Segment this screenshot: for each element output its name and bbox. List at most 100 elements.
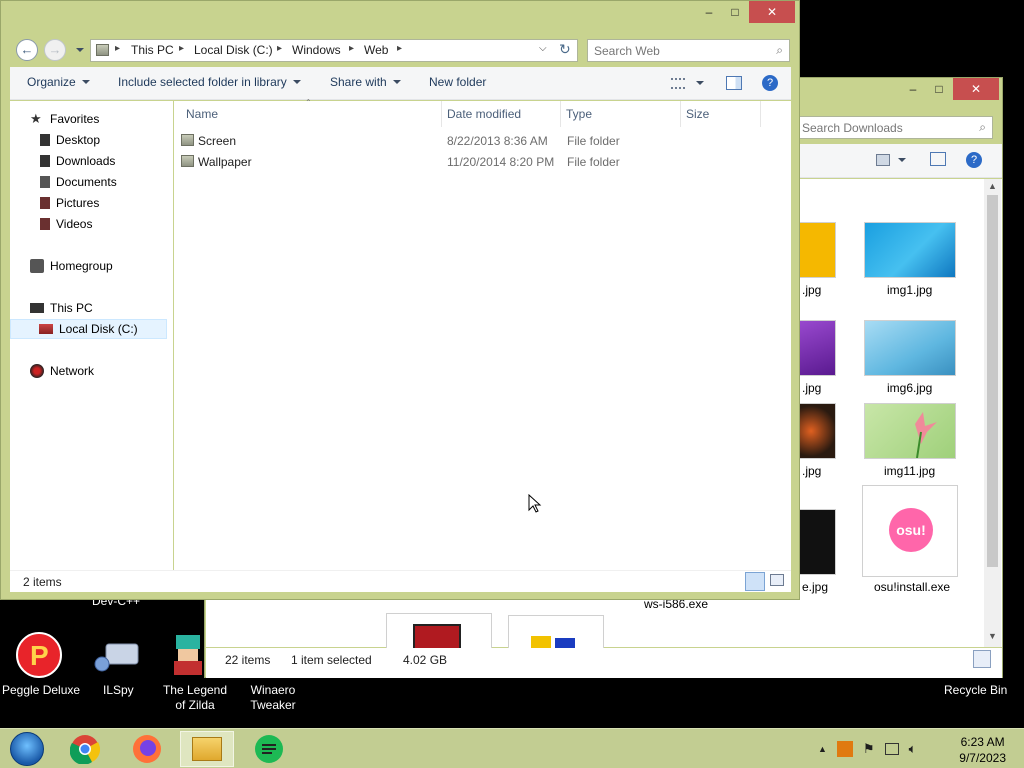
- nav-local-disk[interactable]: Local Disk (C:): [10, 319, 167, 339]
- organize-button[interactable]: Organize: [27, 75, 90, 89]
- breadcrumb-separator-icon[interactable]: ▸: [277, 43, 282, 54]
- desktop-icon-label[interactable]: Recycle Bin: [944, 683, 1007, 698]
- breadcrumb-item[interactable]: Web: [364, 43, 388, 57]
- file-thumbnail[interactable]: [386, 613, 492, 650]
- file-name[interactable]: img1.jpg: [887, 283, 932, 297]
- file-thumbnail[interactable]: osu!: [862, 485, 958, 577]
- preview-pane-icon[interactable]: [726, 76, 742, 90]
- maximize-button[interactable]: □: [723, 1, 747, 23]
- breadcrumb-separator-icon[interactable]: ▸: [349, 43, 354, 54]
- scroll-thumb[interactable]: [987, 195, 998, 567]
- large-icons-view-icon[interactable]: [973, 650, 991, 668]
- selection-size: 4.02 GB: [403, 653, 448, 667]
- breadcrumb-item[interactable]: This PC: [131, 43, 174, 57]
- scrollbar[interactable]: ▲ ▼: [984, 179, 1001, 647]
- search-icon[interactable]: ⌕: [776, 43, 783, 58]
- nav-network[interactable]: Network: [30, 361, 187, 381]
- clock[interactable]: 6:23 AM 9/7/2023: [959, 734, 1006, 766]
- view-options-caret[interactable]: [696, 81, 704, 85]
- share-label: Share with: [330, 75, 387, 89]
- share-with-button[interactable]: Share with: [330, 75, 401, 89]
- file-name[interactable]: e.jpg: [802, 580, 828, 594]
- breadcrumb-item[interactable]: Local Disk (C:): [194, 43, 273, 57]
- row-date: 11/20/2014 8:20 PM: [447, 155, 555, 169]
- column-header-name[interactable]: Name: [181, 101, 441, 127]
- breadcrumb-separator-icon[interactable]: ▸: [397, 43, 402, 54]
- address-history-chevron-icon[interactable]: ⌵: [539, 43, 547, 54]
- app-tray-icon[interactable]: [836, 741, 853, 757]
- scroll-down-arrow[interactable]: ▼: [988, 631, 997, 641]
- help-icon[interactable]: ?: [966, 152, 982, 168]
- refresh-icon[interactable]: ↻: [559, 41, 571, 58]
- row-name: Screen: [198, 134, 237, 148]
- recent-locations-caret[interactable]: [76, 48, 84, 52]
- breadcrumb-item[interactable]: Windows: [292, 43, 341, 57]
- start-orb-icon[interactable]: [0, 731, 54, 767]
- maximize-button[interactable]: □: [927, 78, 951, 100]
- column-header-date[interactable]: Date modified: [441, 101, 561, 127]
- chrome-icon[interactable]: [58, 731, 112, 767]
- view-options-caret[interactable]: [898, 158, 906, 162]
- back-button[interactable]: ←: [16, 39, 38, 61]
- network-icon[interactable]: [884, 743, 899, 755]
- desktop-icon-label[interactable]: ILSpy: [103, 683, 134, 698]
- close-button[interactable]: ✕: [749, 1, 795, 23]
- close-button[interactable]: ✕: [953, 78, 999, 100]
- details-view-icon[interactable]: [745, 572, 765, 591]
- ilspy-icon[interactable]: [92, 638, 140, 686]
- desktop-icon-label[interactable]: Winaero Tweaker: [246, 683, 300, 713]
- file-thumbnail[interactable]: [508, 615, 604, 650]
- breadcrumb-separator-icon[interactable]: ▸: [115, 43, 120, 54]
- desktop-icon-label[interactable]: Peggle Deluxe: [2, 683, 80, 698]
- file-name[interactable]: .jpg: [802, 464, 821, 478]
- preview-pane-icon[interactable]: [930, 152, 946, 166]
- large-icons-view-icon[interactable]: [770, 574, 784, 586]
- file-thumbnail[interactable]: [794, 222, 836, 278]
- forward-button[interactable]: →: [44, 39, 66, 61]
- include-label: Include selected folder in library: [118, 75, 287, 89]
- volume-icon[interactable]: 🔈︎: [909, 741, 917, 757]
- column-header-size[interactable]: Size: [681, 101, 761, 127]
- scroll-up-arrow[interactable]: ▲: [988, 181, 997, 191]
- file-name[interactable]: .jpg: [802, 283, 821, 297]
- file-explorer-icon[interactable]: [180, 731, 234, 767]
- desktop-icon-label[interactable]: The Legend of Zilda: [160, 683, 230, 713]
- nav-favorites[interactable]: ★ Favorites: [30, 109, 187, 129]
- file-thumbnail[interactable]: [864, 320, 956, 376]
- file-thumbnail[interactable]: [864, 222, 956, 278]
- breadcrumb-separator-icon[interactable]: ▸: [179, 43, 184, 54]
- chevron-down-icon: [81, 80, 90, 84]
- new-folder-button[interactable]: New folder: [429, 75, 486, 89]
- column-header-type[interactable]: Type: [561, 101, 681, 127]
- spotify-like-icon[interactable]: [242, 731, 296, 767]
- minimize-button[interactable]: –: [901, 78, 925, 100]
- file-name[interactable]: img11.jpg: [884, 464, 935, 478]
- show-hidden-icons-chevron-icon[interactable]: ▲: [818, 744, 827, 754]
- file-name[interactable]: .jpg: [802, 381, 821, 395]
- peggle-icon[interactable]: P: [15, 631, 63, 679]
- include-in-library-button[interactable]: Include selected folder in library: [118, 75, 301, 89]
- search-icon[interactable]: ⌕: [979, 120, 986, 135]
- table-row[interactable]: Wallpaper 11/20/2014 8:20 PM File folder: [174, 152, 774, 173]
- nav-homegroup[interactable]: Homegroup: [30, 256, 187, 276]
- flag-icon[interactable]: ⚑: [863, 741, 875, 757]
- column-label: Size: [686, 107, 710, 121]
- details-view-icon[interactable]: [950, 650, 968, 668]
- file-thumbnail[interactable]: [794, 403, 836, 459]
- nav-this-pc[interactable]: This PC: [30, 298, 187, 318]
- search-input[interactable]: Search Web ⌕: [587, 39, 790, 62]
- file-thumbnail[interactable]: [864, 403, 956, 459]
- search-input[interactable]: Search Downloads ⌕: [795, 116, 993, 139]
- web-folder-window[interactable]: – □ ✕ ← → ▸ This PC ▸ Local Disk (C:) ▸ …: [0, 0, 800, 600]
- table-row[interactable]: Screen 8/22/2013 8:36 AM File folder: [174, 131, 774, 152]
- firefox-icon[interactable]: [120, 731, 174, 767]
- minimize-button[interactable]: –: [697, 1, 721, 23]
- help-icon[interactable]: ?: [762, 75, 778, 91]
- file-thumbnail[interactable]: [794, 509, 836, 575]
- file-thumbnail[interactable]: [794, 320, 836, 376]
- file-name[interactable]: osu!install.exe: [874, 580, 950, 594]
- address-bar[interactable]: ▸ This PC ▸ Local Disk (C:) ▸ Windows ▸ …: [90, 39, 578, 62]
- change-view-icon[interactable]: [876, 154, 890, 166]
- file-name[interactable]: img6.jpg: [887, 381, 932, 395]
- change-view-icon[interactable]: [671, 78, 685, 89]
